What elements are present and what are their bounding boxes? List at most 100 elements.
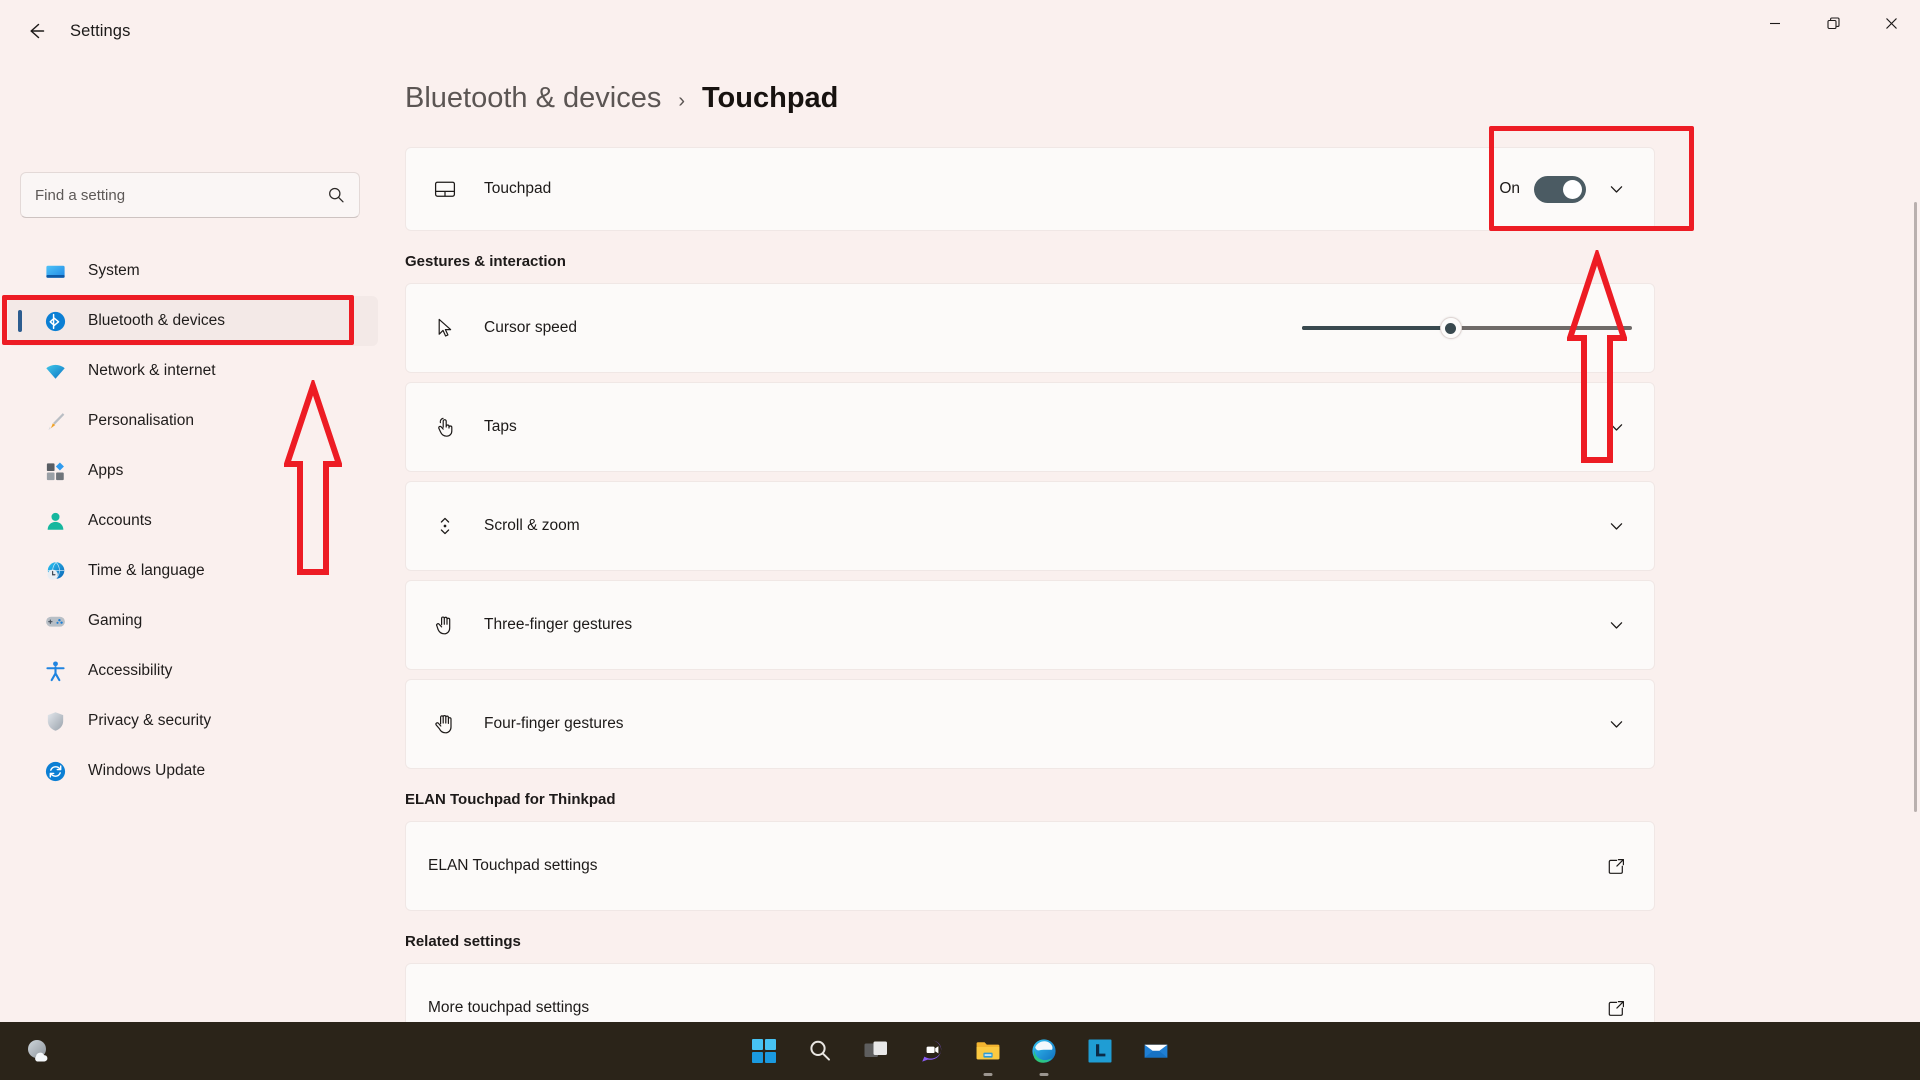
bluetooth-icon — [42, 308, 68, 334]
row-label: Cursor speed — [484, 319, 577, 337]
search-icon — [327, 186, 345, 204]
running-indicator — [984, 1073, 993, 1076]
close-button[interactable] — [1862, 0, 1920, 46]
row-label: Taps — [484, 418, 517, 436]
person-icon — [42, 508, 68, 534]
four-finger-expand-button[interactable] — [1600, 708, 1632, 740]
edge-browser-icon — [1031, 1038, 1057, 1064]
scroll-zoom-expand-button[interactable] — [1600, 510, 1632, 542]
vertical-scrollbar[interactable] — [1912, 202, 1918, 1022]
row-controls — [1600, 708, 1654, 740]
scrollbar-thumb[interactable] — [1914, 202, 1917, 812]
row-label: More touchpad settings — [428, 999, 589, 1017]
chat-video-icon — [919, 1038, 945, 1064]
sidebar-item-label: Accessibility — [88, 662, 172, 680]
touchpad-icon — [428, 177, 462, 201]
gamepad-icon — [42, 608, 68, 634]
breadcrumb-parent[interactable]: Bluetooth & devices — [405, 82, 661, 115]
weather-partly-cloudy-icon — [22, 1034, 58, 1068]
search-icon — [807, 1038, 833, 1064]
window-title: Settings — [70, 22, 130, 41]
task-view-icon — [863, 1038, 889, 1064]
sidebar-item-label: Accounts — [88, 512, 152, 530]
running-indicator — [1040, 1073, 1049, 1076]
touchpad-toggle-group: On — [1499, 173, 1632, 205]
sidebar-item-personalisation[interactable]: Personalisation — [8, 396, 378, 446]
mail-button[interactable] — [1141, 1036, 1171, 1066]
touchpad-card-controls: On — [1499, 173, 1654, 205]
windows-logo-icon — [751, 1038, 777, 1064]
row-label: ELAN Touchpad settings — [428, 857, 597, 875]
cursor-arrow-icon — [428, 316, 462, 340]
sidebar-item-time-language[interactable]: Time & language — [8, 546, 378, 596]
search-button[interactable] — [805, 1036, 835, 1066]
sidebar-item-bluetooth-devices[interactable]: Bluetooth & devices — [8, 296, 378, 346]
sidebar-item-label: Network & internet — [88, 362, 216, 380]
row-elan-touchpad-settings[interactable]: ELAN Touchpad settings — [405, 821, 1655, 911]
sidebar-item-accessibility[interactable]: Accessibility — [8, 646, 378, 696]
row-three-finger-gestures[interactable]: Three-finger gestures — [405, 580, 1655, 670]
touchpad-master-card[interactable]: Touchpad On — [405, 147, 1655, 231]
sidebar: System Bluetooth & devices Network & int… — [0, 62, 405, 1022]
taskbar-icons — [749, 1036, 1171, 1066]
cursor-speed-control — [1302, 313, 1654, 343]
wifi-icon — [42, 358, 68, 384]
task-view-button[interactable] — [861, 1036, 891, 1066]
row-more-touchpad-settings[interactable]: More touchpad settings — [405, 963, 1655, 1022]
weather-widget[interactable] — [22, 1034, 58, 1068]
tap-hand-icon — [428, 415, 462, 439]
breadcrumb-separator-icon: › — [678, 90, 685, 113]
sidebar-item-label: Apps — [88, 462, 123, 480]
file-explorer-button[interactable] — [973, 1036, 1003, 1066]
search-box[interactable] — [20, 172, 360, 218]
sidebar-item-label: System — [88, 262, 140, 280]
slider-thumb-dot — [1445, 323, 1456, 334]
gestures-section-heading: Gestures & interaction — [405, 253, 1920, 270]
four-finger-hand-icon — [428, 712, 462, 736]
sidebar-item-apps[interactable]: Apps — [8, 446, 378, 496]
update-refresh-icon — [42, 758, 68, 784]
clock-globe-icon — [42, 558, 68, 584]
mail-envelope-icon — [1143, 1038, 1169, 1064]
search-input[interactable] — [35, 187, 327, 204]
sidebar-item-label: Privacy & security — [88, 712, 211, 730]
row-taps[interactable]: Taps — [405, 382, 1655, 472]
chevron-down-icon — [1608, 419, 1625, 436]
sidebar-item-gaming[interactable]: Gaming — [8, 596, 378, 646]
chat-button[interactable] — [917, 1036, 947, 1066]
row-label: Scroll & zoom — [484, 517, 580, 535]
maximize-button[interactable] — [1804, 0, 1862, 46]
sidebar-item-accounts[interactable]: Accounts — [8, 496, 378, 546]
three-finger-expand-button[interactable] — [1600, 609, 1632, 641]
sidebar-item-privacy-security[interactable]: Privacy & security — [8, 696, 378, 746]
back-arrow-icon — [25, 20, 47, 42]
breadcrumb-current: Touchpad — [702, 82, 838, 115]
row-four-finger-gestures[interactable]: Four-finger gestures — [405, 679, 1655, 769]
apps-grid-icon — [42, 458, 68, 484]
main-content: Bluetooth & devices › Touchpad Touchpad … — [405, 62, 1920, 1022]
cursor-speed-slider[interactable] — [1302, 313, 1632, 343]
elan-open-button[interactable] — [1600, 850, 1632, 882]
start-button[interactable] — [749, 1036, 779, 1066]
scroll-updown-icon — [428, 514, 462, 538]
slider-thumb[interactable] — [1440, 317, 1462, 339]
taskbar — [0, 1022, 1920, 1080]
touchpad-toggle[interactable] — [1534, 176, 1586, 203]
shield-icon — [42, 708, 68, 734]
row-cursor-speed[interactable]: Cursor speed — [405, 283, 1655, 373]
minimize-button[interactable] — [1746, 0, 1804, 46]
folder-icon — [975, 1038, 1001, 1064]
chevron-down-icon — [1608, 518, 1625, 535]
edge-button[interactable] — [1029, 1036, 1059, 1066]
back-button[interactable] — [14, 11, 58, 51]
touchpad-expand-button[interactable] — [1600, 173, 1632, 205]
taps-expand-button[interactable] — [1600, 411, 1632, 443]
three-finger-hand-icon — [428, 613, 462, 637]
sidebar-item-windows-update[interactable]: Windows Update — [8, 746, 378, 796]
sidebar-item-network-internet[interactable]: Network & internet — [8, 346, 378, 396]
sidebar-item-system[interactable]: System — [8, 246, 378, 296]
row-scroll-zoom[interactable]: Scroll & zoom — [405, 481, 1655, 571]
sidebar-item-label: Gaming — [88, 612, 142, 630]
more-touchpad-open-button[interactable] — [1600, 992, 1632, 1022]
lenovo-app-button[interactable] — [1085, 1036, 1115, 1066]
